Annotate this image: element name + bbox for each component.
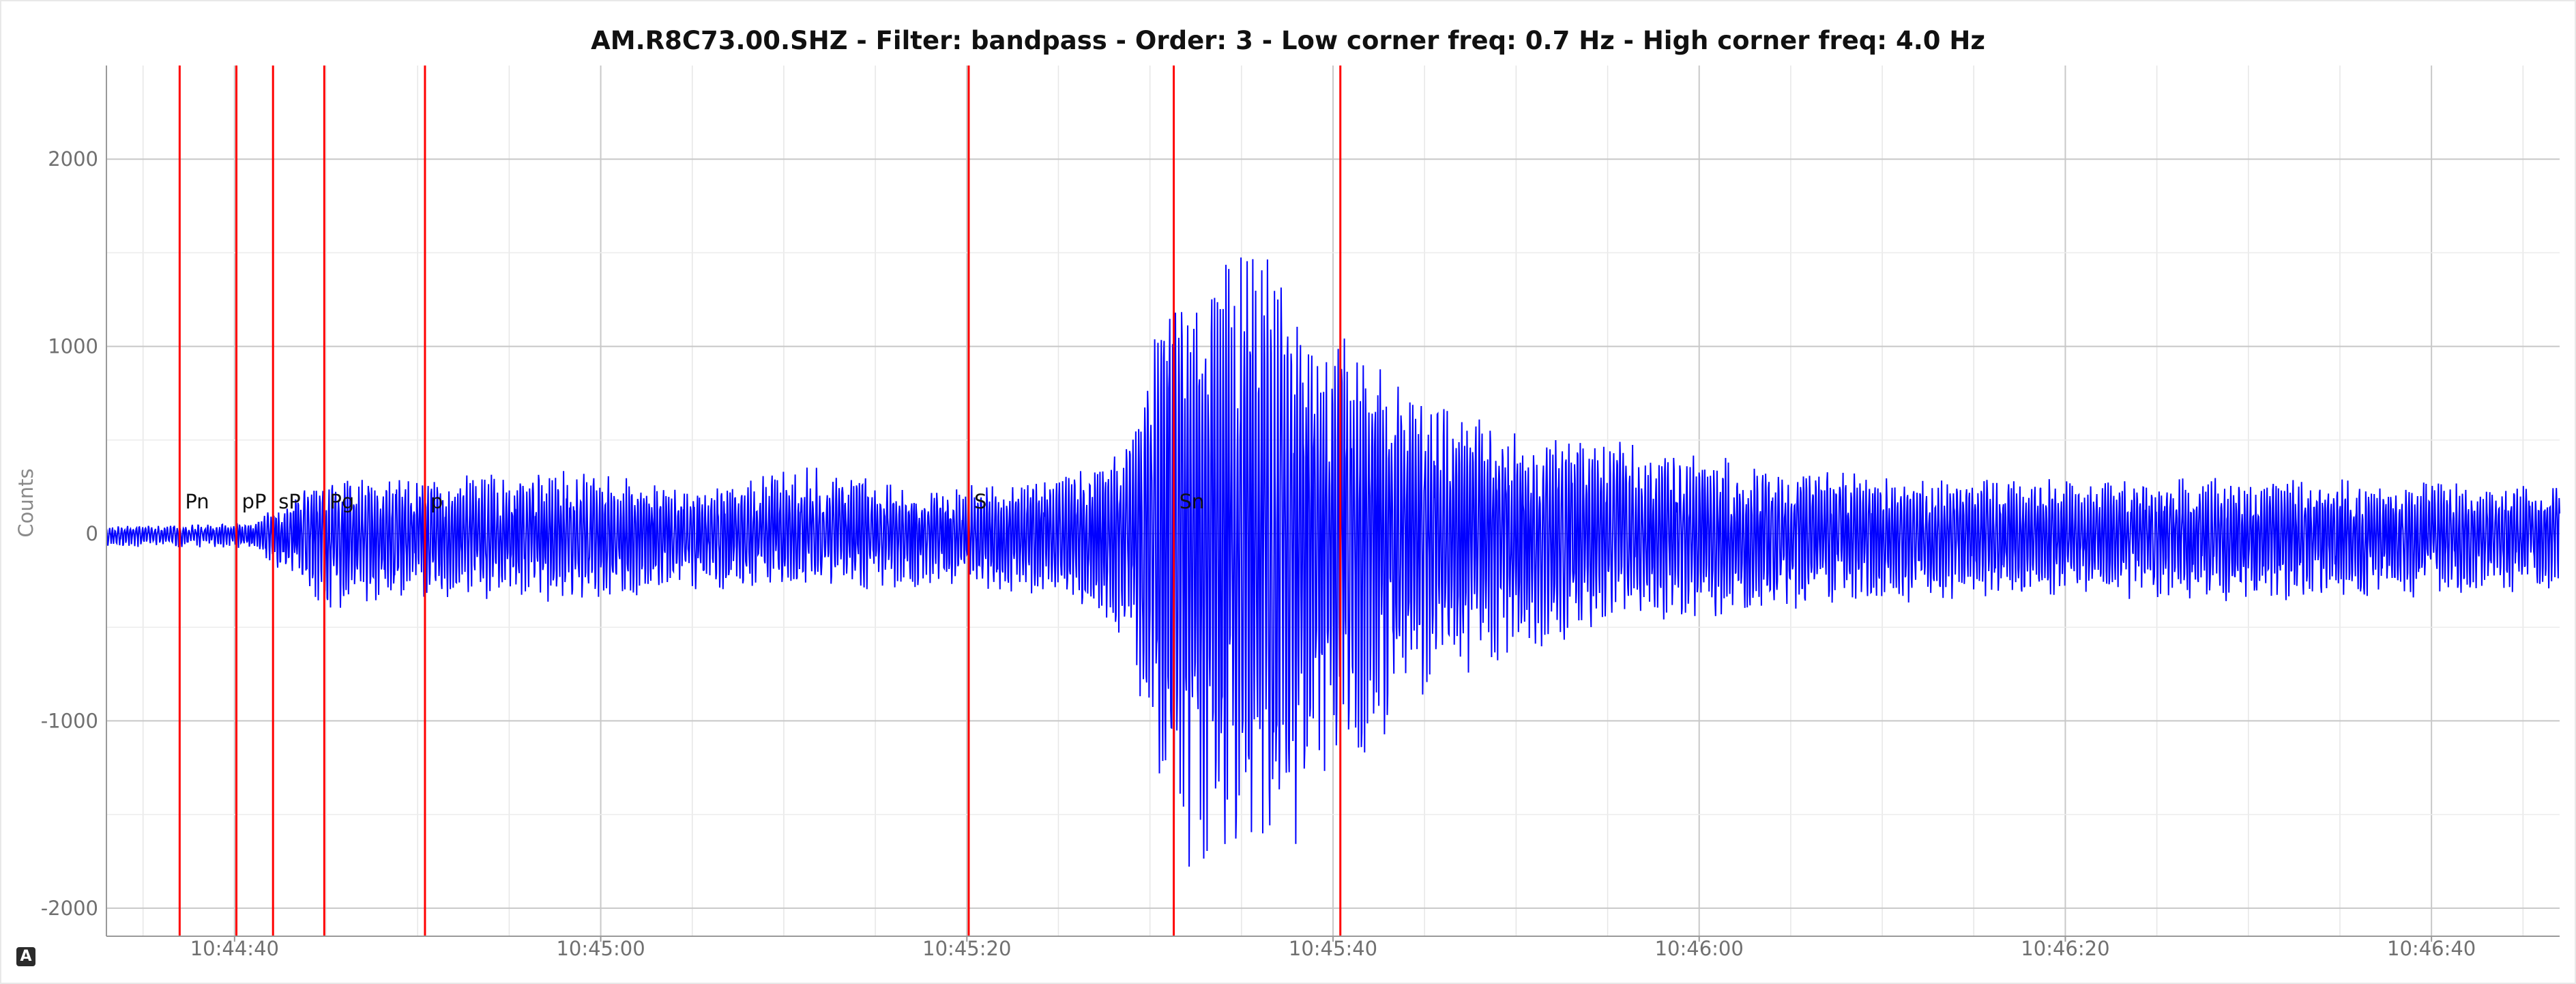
phase-label: Pg [330,490,354,513]
y-axis-label: Counts [14,468,38,537]
x-tick-label: 10:45:00 [556,937,645,960]
y-tick-label: 1000 [48,335,98,358]
x-tick-label: 10:46:20 [2021,937,2109,960]
x-tick-label: 10:45:20 [922,937,1011,960]
phase-label: p [430,490,443,513]
x-tick-label: 10:44:40 [190,937,279,960]
phase-label: Sn [1180,490,1205,513]
x-tick-label: 10:46:40 [2387,937,2476,960]
x-tick-label: 10:46:00 [1655,937,1744,960]
app-badge-icon: A [16,947,35,966]
y-tick-label: 2000 [48,147,98,171]
chart-title: AM.R8C73.00.SHZ - Filter: bandpass - Ord… [591,26,1985,55]
y-tick-label: -2000 [41,897,98,920]
y-tick-label: 0 [86,522,98,545]
phase-label: sP [278,490,301,513]
seismogram-chart: Pn pP sP Pg p S Sn 2000 1000 0 -1000 -2000 10:44:40… [14,26,2560,960]
y-tick-label: -1000 [41,709,98,732]
phase-label: S [974,490,986,513]
x-tick-label: 10:45:40 [1289,937,1377,960]
phase-label: Pn [185,490,209,513]
phase-label: pP [242,490,267,513]
